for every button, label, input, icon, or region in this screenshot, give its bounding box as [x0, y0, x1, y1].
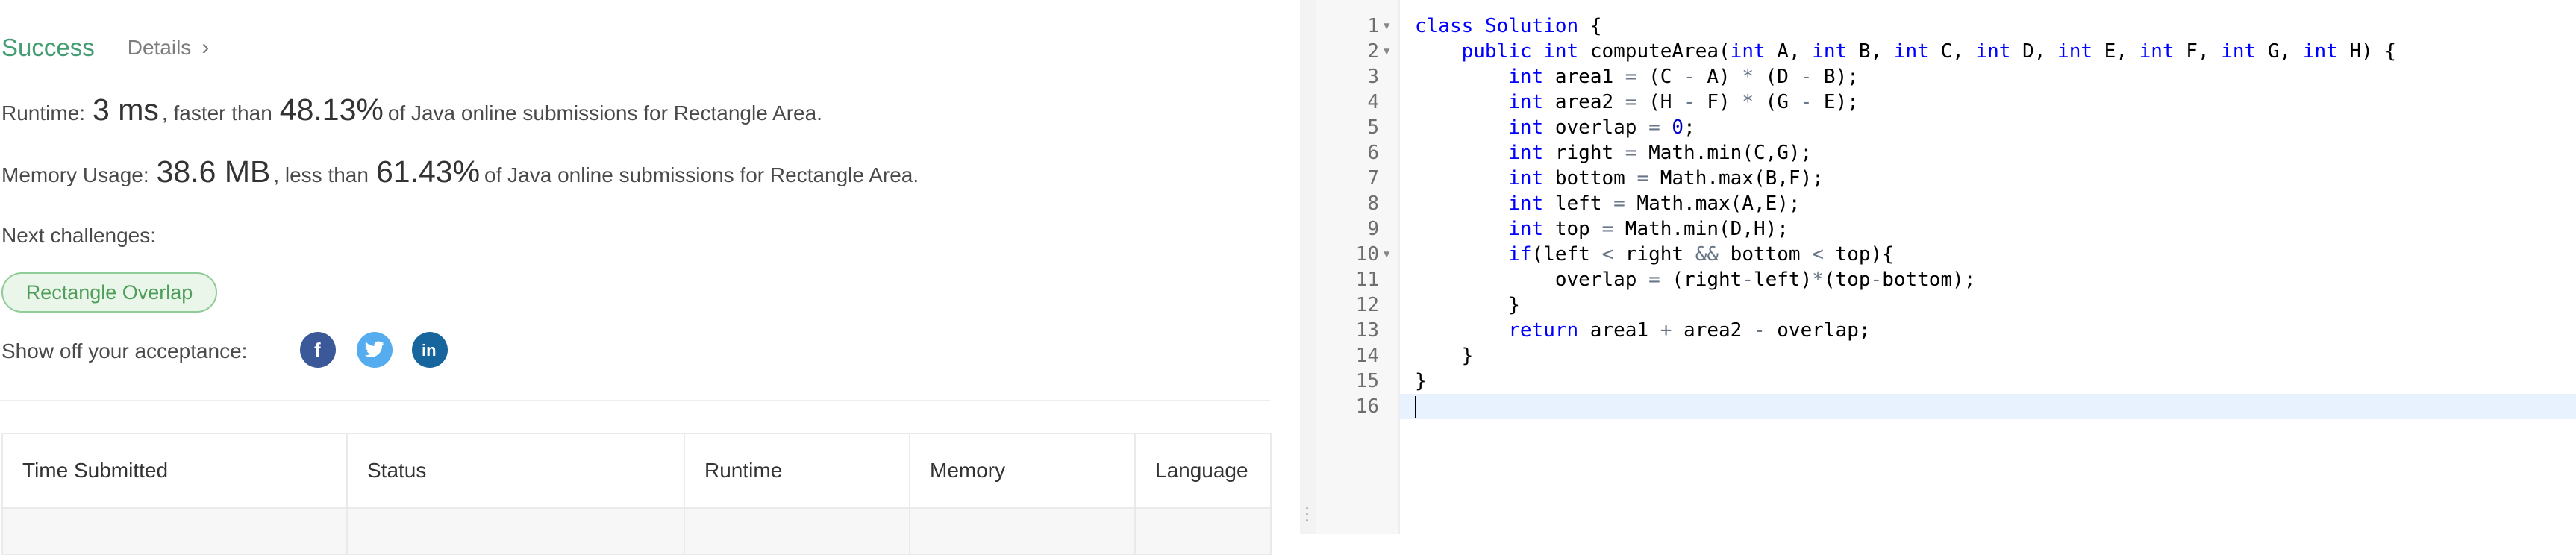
line-number: 16	[1355, 395, 1379, 418]
line-number: 12	[1355, 294, 1379, 316]
runtime-percentile: 48.13%	[279, 92, 384, 127]
details-label: Details	[127, 36, 192, 59]
runtime-value: 3 ms	[93, 92, 159, 127]
code-line[interactable]: }	[1415, 369, 1427, 394]
line-number: 2	[1367, 40, 1379, 63]
status-row: Success Details ›	[1, 31, 209, 64]
line-number: 3	[1367, 66, 1379, 88]
panel-resize-handle[interactable]	[1300, 0, 1316, 534]
runtime-stat: Runtime: 3 ms , faster than 48.13% of Ja…	[1, 92, 822, 128]
code-line[interactable]: int overlap = 0;	[1415, 115, 1695, 140]
code-line[interactable]	[1400, 394, 2576, 419]
fold-toggle-icon[interactable]: ▼	[1384, 13, 1389, 39]
memory-label: Memory Usage:	[1, 163, 149, 186]
line-number: 5	[1367, 116, 1379, 139]
code-line[interactable]: int area1 = (C - A) * (D - B);	[1415, 64, 1859, 90]
svg-text:f: f	[314, 340, 321, 360]
runtime-suffix: of Java online submissions for Rectangle…	[387, 101, 822, 125]
svg-text:in: in	[422, 341, 437, 359]
line-number: 1	[1367, 15, 1379, 37]
line-number: 4	[1367, 91, 1379, 113]
memory-percentile: 61.43%	[375, 154, 481, 189]
column-runtime[interactable]: Runtime	[684, 433, 910, 509]
line-number: 13	[1355, 319, 1379, 342]
challenge-rectangle-overlap[interactable]: Rectangle Overlap	[1, 272, 217, 313]
code-line[interactable]: }	[1415, 292, 1520, 318]
details-link[interactable]: Details ›	[128, 35, 210, 60]
table-cell	[909, 507, 1136, 555]
code-line[interactable]: int bottom = Math.max(B,F);	[1415, 166, 1824, 191]
code-line[interactable]: int right = Math.min(C,G);	[1415, 140, 1812, 166]
table-cell	[1134, 507, 1272, 555]
chevron-right-icon: ›	[201, 35, 210, 60]
line-number: 9	[1367, 218, 1379, 240]
code-line[interactable]: int area2 = (H - F) * (G - E);	[1415, 90, 1859, 115]
next-challenges-label: Next challenges:	[1, 224, 157, 247]
line-number-gutter: 1 ▼ 2 ▼ 3 4 5 6 7 8 9 10 ▼ 11 12 13 14 15 16	[1316, 0, 1400, 534]
code-line[interactable]: class Solution {	[1415, 13, 1601, 39]
status-success: Success	[1, 34, 95, 61]
fold-toggle-icon[interactable]: ▼	[1384, 39, 1389, 64]
code-line[interactable]: return area1 + area2 - overlap;	[1415, 318, 1870, 343]
share-label: Show off your acceptance:	[1, 339, 248, 363]
line-number: 11	[1355, 269, 1379, 291]
table-cell	[1, 507, 348, 555]
line-number: 7	[1367, 167, 1379, 189]
line-number: 8	[1367, 192, 1379, 215]
code-line[interactable]: }	[1415, 343, 1474, 369]
runtime-label: Runtime:	[1, 101, 86, 125]
text-cursor	[1415, 395, 1416, 418]
submissions-table: Time Submitted Status Runtime Memory Lan…	[1, 433, 1272, 555]
column-status[interactable]: Status	[346, 433, 685, 509]
code-line[interactable]: public int computeArea(int A, int B, int…	[1415, 39, 2396, 64]
column-language[interactable]: Language	[1134, 433, 1272, 509]
memory-suffix: of Java online submissions for Rectangle…	[484, 163, 919, 186]
linkedin-icon[interactable]: in	[412, 332, 448, 368]
memory-mid: , less than	[273, 163, 369, 186]
submission-result-panel: Success Details › Runtime: 3 ms , faster…	[0, 0, 1298, 555]
runtime-mid: , faster than	[161, 101, 272, 125]
table-cell	[684, 507, 910, 555]
twitter-icon[interactable]	[357, 332, 393, 368]
line-number: 6	[1367, 142, 1379, 164]
line-number: 15	[1355, 370, 1379, 392]
code-line[interactable]: int top = Math.min(D,H);	[1415, 216, 1789, 242]
line-number: 10	[1355, 243, 1379, 266]
divider	[0, 400, 1270, 401]
code-editor[interactable]: 1 ▼ 2 ▼ 3 4 5 6 7 8 9 10 ▼ 11 12 13 14 15 16 class Solutio…	[1316, 0, 2576, 534]
code-line[interactable]: if(left < right && bottom < top){	[1415, 242, 1894, 267]
code-line[interactable]: overlap = (right-left)*(top-bottom);	[1415, 267, 1976, 292]
code-line[interactable]: int left = Math.max(A,E);	[1415, 191, 1800, 216]
fold-toggle-icon[interactable]: ▼	[1384, 242, 1389, 267]
column-memory[interactable]: Memory	[909, 433, 1136, 509]
line-number: 14	[1355, 345, 1379, 367]
table-header-row: Time Submitted Status Runtime Memory Lan…	[1, 433, 1272, 509]
grip-icon	[1306, 507, 1309, 524]
facebook-icon[interactable]: f	[300, 332, 336, 368]
memory-value: 38.6 MB	[156, 154, 271, 189]
table-row[interactable]	[1, 507, 1272, 555]
table-cell	[346, 507, 685, 555]
memory-stat: Memory Usage: 38.6 MB , less than 61.43%…	[1, 154, 919, 189]
column-time-submitted[interactable]: Time Submitted	[1, 433, 348, 509]
